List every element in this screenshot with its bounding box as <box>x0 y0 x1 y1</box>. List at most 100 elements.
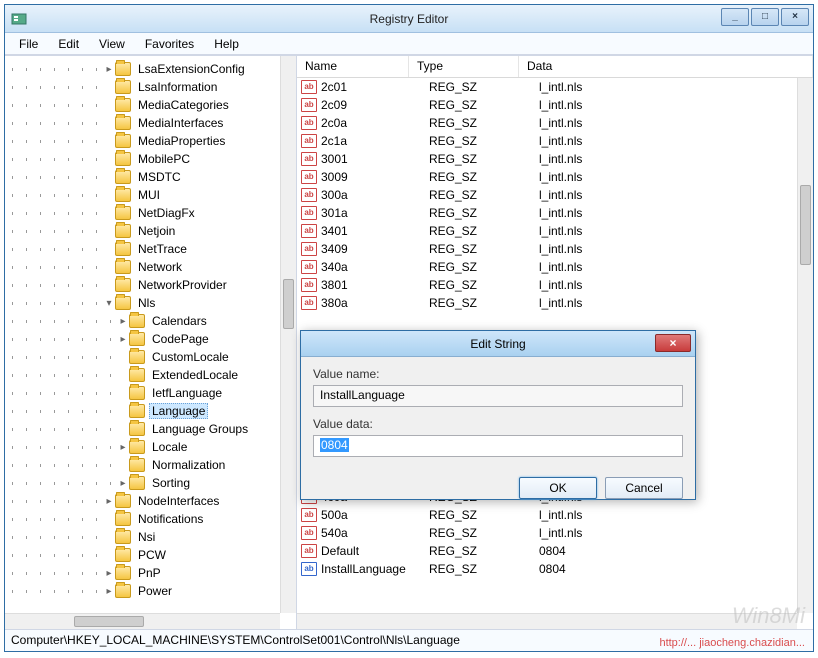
column-name[interactable]: Name <box>297 56 409 77</box>
folder-icon <box>115 80 131 94</box>
value-data-field[interactable]: 0804 <box>313 435 683 457</box>
ok-button[interactable]: OK <box>519 477 597 499</box>
folder-icon <box>129 314 145 328</box>
dialog-close-button[interactable]: × <box>655 334 691 352</box>
column-data[interactable]: Data <box>519 56 813 77</box>
list-row[interactable]: ab2c09REG_SZl_intl.nls <box>297 96 797 114</box>
tree-item[interactable]: ▸Locale <box>5 438 280 456</box>
tree-item[interactable]: Network <box>5 258 280 276</box>
expander-icon[interactable]: ▸ <box>117 478 129 489</box>
tree-item[interactable]: MobilePC <box>5 150 280 168</box>
list-scrollbar-vertical[interactable] <box>797 78 813 613</box>
list-row[interactable]: ab301aREG_SZl_intl.nls <box>297 204 797 222</box>
cell-name: 300a <box>321 188 429 202</box>
list-row[interactable]: abInstallLanguageREG_SZ0804 <box>297 560 797 578</box>
list-row[interactable]: ab380aREG_SZl_intl.nls <box>297 294 797 312</box>
tree-scrollbar-horizontal[interactable] <box>5 613 280 629</box>
tree-item[interactable]: ▸CodePage <box>5 330 280 348</box>
titlebar[interactable]: Registry Editor _ □ × <box>5 5 813 33</box>
scrollbar-thumb[interactable] <box>800 185 811 265</box>
list-row[interactable]: ab3009REG_SZl_intl.nls <box>297 168 797 186</box>
list-row[interactable]: ab2c01REG_SZl_intl.nls <box>297 78 797 96</box>
folder-icon <box>115 512 131 526</box>
cell-data: l_intl.nls <box>539 170 797 184</box>
dialog-titlebar[interactable]: Edit String × <box>301 331 695 357</box>
tree-item[interactable]: MSDTC <box>5 168 280 186</box>
list-row[interactable]: ab3801REG_SZl_intl.nls <box>297 276 797 294</box>
scrollbar-thumb[interactable] <box>74 616 144 627</box>
tree-item[interactable]: ExtendedLocale <box>5 366 280 384</box>
string-value-icon: ab <box>301 508 317 522</box>
tree-item[interactable]: ▸ PnP <box>5 564 280 582</box>
string-value-icon: ab <box>301 242 317 256</box>
tree-item[interactable]: Normalization <box>5 456 280 474</box>
list-row[interactable]: ab3001REG_SZl_intl.nls <box>297 150 797 168</box>
cell-type: REG_SZ <box>429 278 539 292</box>
list-scrollbar-horizontal[interactable] <box>297 613 797 629</box>
expander-icon[interactable]: ▸ <box>117 316 129 327</box>
tree-item[interactable]: NetDiagFx <box>5 204 280 222</box>
list-row[interactable]: ab3409REG_SZl_intl.nls <box>297 240 797 258</box>
minimize-button[interactable]: _ <box>721 8 749 26</box>
list-row[interactable]: ab2c0aREG_SZl_intl.nls <box>297 114 797 132</box>
tree-item[interactable]: LsaInformation <box>5 78 280 96</box>
tree-item[interactable]: MediaInterfaces <box>5 114 280 132</box>
tree-item[interactable]: CustomLocale <box>5 348 280 366</box>
tree-scrollbar-vertical[interactable] <box>280 56 296 613</box>
close-button[interactable]: × <box>781 8 809 26</box>
tree-item[interactable]: Language Groups <box>5 420 280 438</box>
column-type[interactable]: Type <box>409 56 519 77</box>
string-value-icon: ab <box>301 278 317 292</box>
tree-item[interactable]: ▸Calendars <box>5 312 280 330</box>
tree-item-label: PCW <box>135 548 169 562</box>
tree-item[interactable]: MediaCategories <box>5 96 280 114</box>
tree-view[interactable]: ▸LsaExtensionConfigLsaInformation MediaCa… <box>5 56 280 613</box>
expander-icon[interactable]: ▸ <box>103 496 115 507</box>
list-row[interactable]: ab340aREG_SZl_intl.nls <box>297 258 797 276</box>
menu-file[interactable]: File <box>11 35 46 53</box>
tree-item[interactable]: ▾Nls <box>5 294 280 312</box>
expander-icon[interactable]: ▸ <box>117 442 129 453</box>
list-row[interactable]: ab2c1aREG_SZl_intl.nls <box>297 132 797 150</box>
menu-favorites[interactable]: Favorites <box>137 35 202 53</box>
expander-icon[interactable]: ▸ <box>103 64 115 75</box>
maximize-button[interactable]: □ <box>751 8 779 26</box>
tree-item[interactable]: PCW <box>5 546 280 564</box>
cell-type: REG_SZ <box>429 296 539 310</box>
cell-type: REG_SZ <box>429 152 539 166</box>
list-row[interactable]: ab3401REG_SZl_intl.nls <box>297 222 797 240</box>
menu-view[interactable]: View <box>91 35 133 53</box>
scrollbar-thumb[interactable] <box>283 279 294 329</box>
folder-icon <box>115 278 131 292</box>
tree-item[interactable]: MUI <box>5 186 280 204</box>
tree-item[interactable]: Nsi <box>5 528 280 546</box>
menu-help[interactable]: Help <box>206 35 247 53</box>
tree-item[interactable]: ▸LsaExtensionConfig <box>5 60 280 78</box>
tree-item[interactable]: ▸Sorting <box>5 474 280 492</box>
expander-icon[interactable]: ▾ <box>103 298 115 309</box>
tree-item[interactable]: Netjoin <box>5 222 280 240</box>
cancel-button[interactable]: Cancel <box>605 477 683 499</box>
list-row[interactable]: abDefaultREG_SZ0804 <box>297 542 797 560</box>
tree-item[interactable]: Language <box>5 402 280 420</box>
expander-icon[interactable]: ▸ <box>103 568 115 579</box>
list-row[interactable]: ab540aREG_SZl_intl.nls <box>297 524 797 542</box>
tree-item[interactable]: MediaProperties <box>5 132 280 150</box>
cell-data: l_intl.nls <box>539 116 797 130</box>
tree-item[interactable]: ▸Power <box>5 582 280 600</box>
tree-item[interactable]: ▸NodeInterfaces <box>5 492 280 510</box>
tree-item-label: MediaCategories <box>135 98 232 112</box>
tree-item[interactable]: NetTrace <box>5 240 280 258</box>
expander-icon[interactable]: ▸ <box>103 586 115 597</box>
tree-item[interactable]: NetworkProvider <box>5 276 280 294</box>
tree-item[interactable]: Notifications <box>5 510 280 528</box>
cell-name: 2c01 <box>321 80 429 94</box>
tree-item-label: PnP <box>135 566 164 580</box>
expander-icon[interactable]: ▸ <box>117 334 129 345</box>
tree-item[interactable]: IetfLanguage <box>5 384 280 402</box>
folder-icon <box>129 404 145 418</box>
tree-item-label: ExtendedLocale <box>149 368 241 382</box>
list-row[interactable]: ab300aREG_SZl_intl.nls <box>297 186 797 204</box>
menu-edit[interactable]: Edit <box>50 35 87 53</box>
tree-item-label: NetworkProvider <box>135 278 230 292</box>
